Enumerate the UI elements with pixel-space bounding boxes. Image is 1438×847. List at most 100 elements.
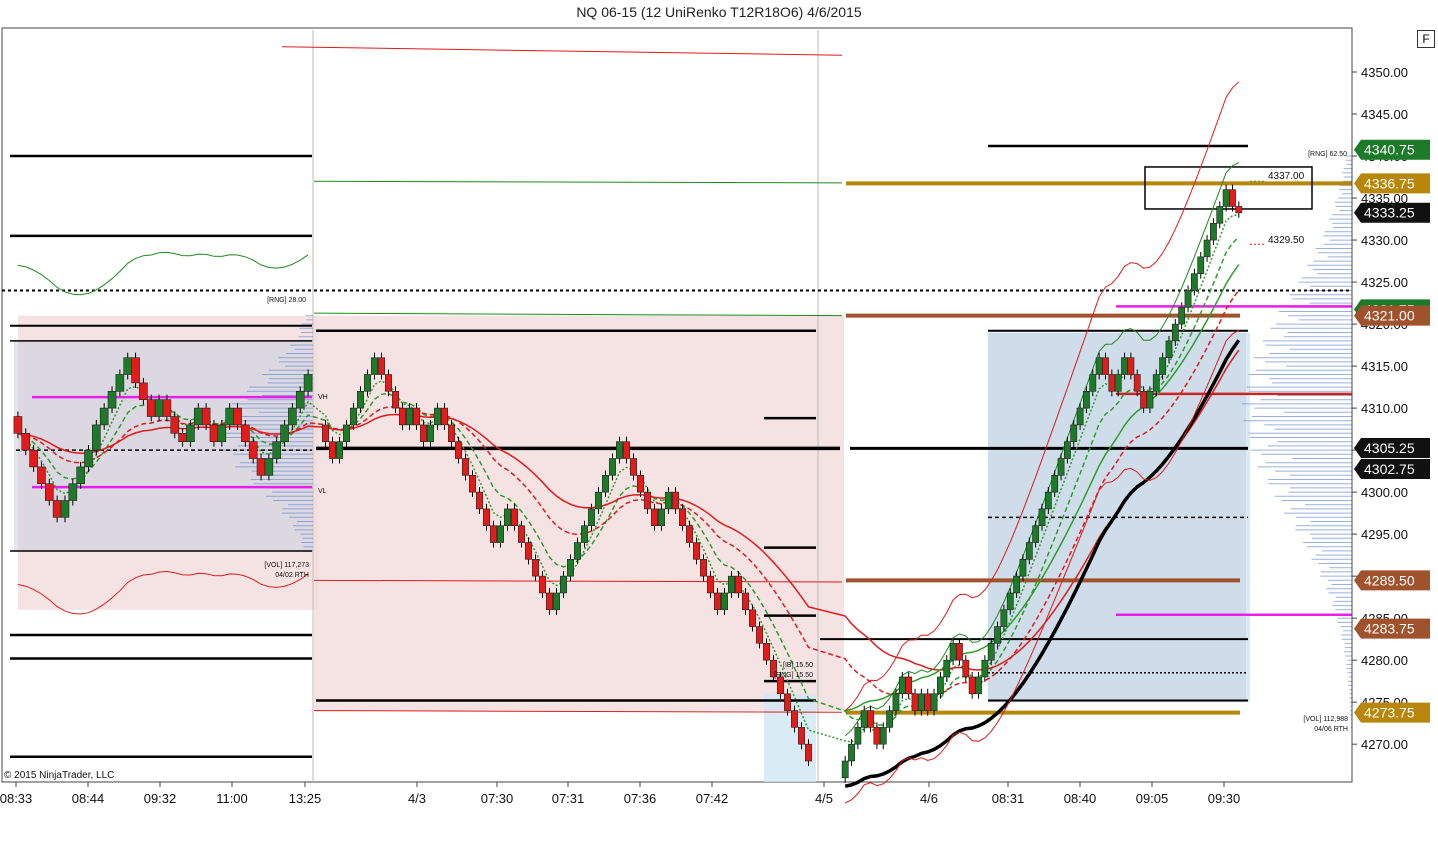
band-red-flat [313,710,843,713]
candle-up [987,643,995,661]
candle-up [303,374,313,392]
candle-down [448,424,455,443]
annotation-label: [RNG] 15.50 [774,672,813,679]
price-tag: 4305.25 [1354,438,1430,459]
candle-up [1006,592,1014,611]
candle-up [841,760,849,779]
candle-up [123,357,133,375]
candle-up [994,626,1001,644]
candle-up [728,575,735,594]
price-tag: 4273.75 [1354,702,1430,723]
candle-up [343,424,350,443]
candle-up [186,424,195,443]
candle-up [860,710,868,728]
candle-up [1216,206,1224,224]
x-tick-label: 07:31 [552,791,585,806]
candle-down [455,441,462,459]
candle-up [364,374,371,392]
candle-down [178,433,187,443]
candle-down [749,609,756,627]
candle-up [602,475,609,493]
candle-down [1140,390,1147,409]
candle-down [962,659,970,678]
price-tag-label: 4333.25 [1364,205,1415,221]
candle-up [288,407,297,426]
candle-down [968,676,976,695]
y-tick-label: 4280.00 [1361,653,1408,668]
candle-up [1051,475,1059,493]
candle-up [616,441,623,459]
candle-up [1095,357,1103,375]
price-tag: 4340.75 [1354,139,1430,160]
candle-down [867,710,874,728]
candle-up [406,407,413,426]
candle-down [392,390,399,409]
candle-down [170,416,180,434]
candle-down [1229,189,1236,207]
price-tags: 4340.754336.754333.254321.754321.004305.… [1354,139,1430,723]
x-tick-label: 08:44 [72,791,105,806]
candle-down [1127,357,1135,375]
candle-down [777,676,784,695]
candle-up [504,508,511,527]
candle-down [518,525,525,543]
x-tick-label: 08:31 [992,791,1025,806]
candle-down [700,559,707,577]
annotation-label: [RNG] 62.50 [1308,151,1347,158]
candle-up [1152,374,1160,392]
candle-down [13,416,23,434]
candle-up [1044,491,1052,510]
candle-up [981,659,989,678]
candle-up [553,592,560,611]
candle-up [357,390,364,409]
price-tag: 4333.25 [1354,202,1430,223]
chart-canvas[interactable]: 4270.004275.004280.004285.004290.004295.… [0,0,1438,847]
candle-down [911,693,919,711]
candle-down [21,433,31,451]
candle-down [476,491,483,510]
candle-down [532,559,539,577]
candle-down [29,449,38,468]
candle-down [742,592,749,611]
candle-down [644,491,651,510]
candle-down [637,475,644,493]
candle-down [693,542,700,560]
candle-up [1114,374,1122,392]
candle-up [1038,508,1046,527]
price-tag: 4336.75 [1354,173,1430,194]
price-tag: 4283.75 [1354,618,1430,639]
candle-down [490,525,497,543]
candle-up [1070,424,1078,443]
candle-up [1146,390,1154,409]
candle-up [1057,458,1065,476]
candle-down [241,424,250,443]
annotation-label: [VOL] 117,273 [264,562,309,569]
candle-up [434,407,441,426]
candle-up [975,676,982,695]
candle-down [686,525,693,543]
candle-up [560,575,567,594]
candle-down [44,483,54,501]
x-tick-label: 4/6 [920,791,938,806]
candle-up [225,407,234,426]
candle-up [1165,340,1173,358]
candle-down [201,407,211,426]
candle-up [1089,374,1097,392]
candle-up [154,399,164,417]
candle-up [886,710,894,728]
candle-down [329,441,336,459]
candle-down [707,575,714,594]
annotation-label: [IB] 15.50 [783,662,813,669]
candle-down [52,500,62,518]
candle-down [791,710,798,728]
annotation-label: 4337.00 [1268,171,1305,182]
price-tag: 4321.00 [1354,305,1430,326]
candle-down [1133,374,1141,392]
candle-down [256,458,266,476]
candle-down [756,626,763,644]
price-tag-label: 4289.50 [1364,572,1415,588]
candle-up [497,525,504,543]
candle-down [735,575,742,594]
x-tick-label: 07:36 [624,791,657,806]
candle-down [37,466,46,485]
